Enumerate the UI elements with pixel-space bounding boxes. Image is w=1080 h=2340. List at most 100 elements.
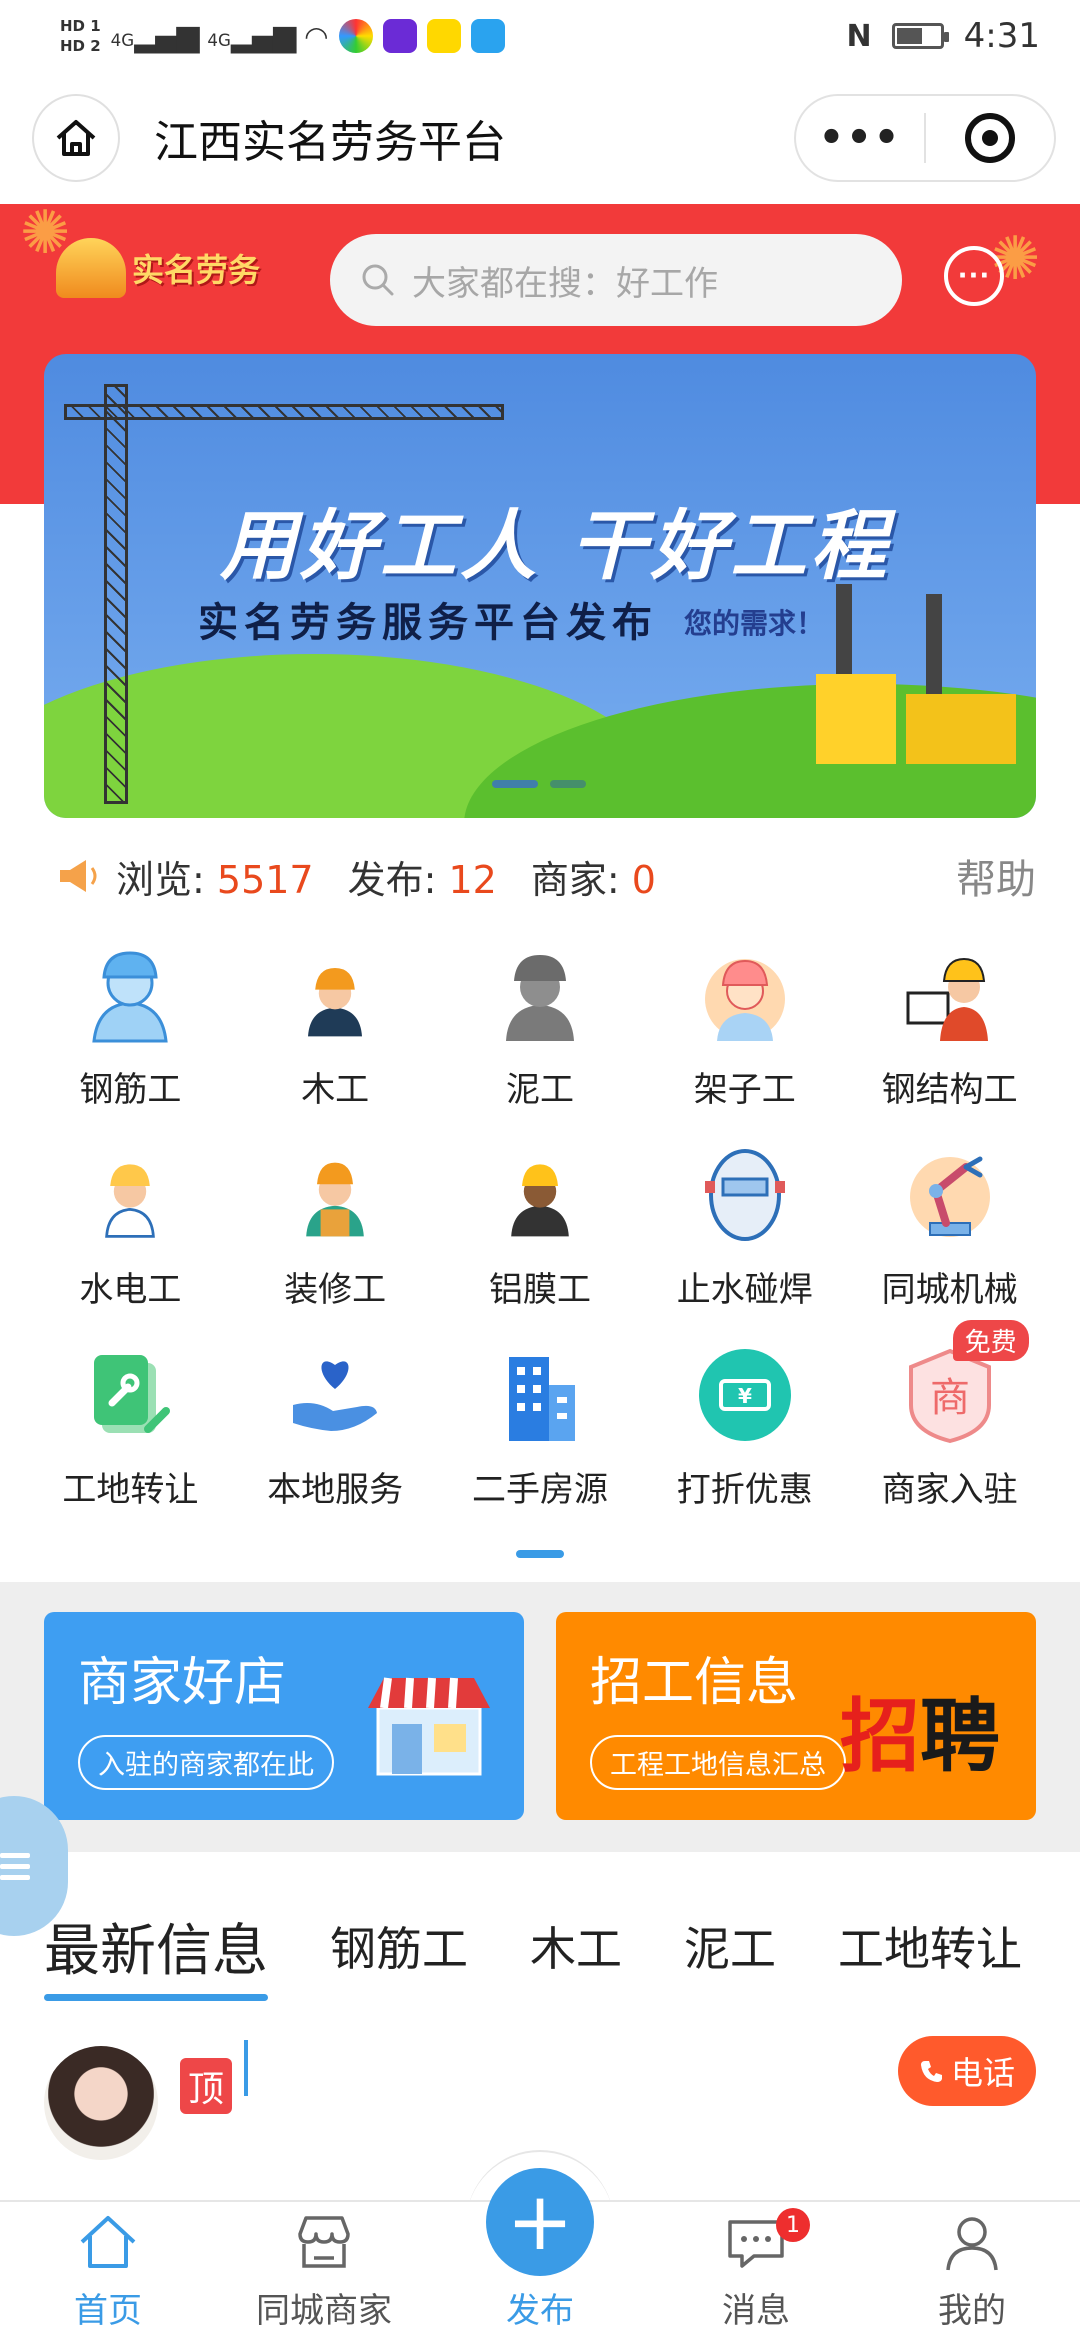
factory-illustration [816, 584, 1016, 764]
page-title: 江西实名劳务平台 [154, 117, 506, 168]
plus-icon: + [506, 2175, 574, 2268]
help-link[interactable]: 帮助 [956, 847, 1036, 905]
home-icon [80, 2216, 136, 2268]
logo-text: 实名劳务 [132, 251, 261, 289]
category-item[interactable]: 木工 [233, 940, 438, 1112]
chat-bubble-icon: ··· [957, 261, 991, 291]
category-label: 泥工 [505, 1070, 574, 1110]
app-icon-yy [426, 19, 461, 53]
tab-carpenter[interactable]: 木工 [530, 1913, 622, 1979]
more-button[interactable]: ••• [796, 96, 924, 180]
shop-badge-icon: 商 免费 [895, 1320, 1029, 1450]
hd2-label: HD 2 [60, 37, 101, 55]
capsule-menu: ••• [794, 94, 1056, 182]
tab-rebar[interactable]: 钢筋工 [330, 1913, 468, 1979]
chat-button[interactable]: ··· [944, 246, 1004, 306]
decorator-icon [280, 1140, 390, 1250]
text-caret [244, 2040, 248, 2096]
category-item[interactable]: 工地转让 [28, 1340, 233, 1512]
clock: 4:31 [963, 16, 1040, 56]
nav-messages[interactable]: 消息 [648, 2202, 864, 2340]
welding-mask-icon [690, 1140, 800, 1250]
aluminum-formwork-icon [485, 1140, 595, 1250]
status-bar: HD 1 HD 2 4G▂▄▆ 4G▂▄▆ ◠ N 4:31 [0, 0, 1080, 72]
home-button[interactable] [32, 94, 120, 182]
call-button[interactable]: 电话 [898, 2036, 1036, 2106]
category-label: 水电工 [79, 1270, 182, 1310]
target-icon [965, 113, 1015, 163]
category-item[interactable]: 本地服务 [233, 1340, 438, 1512]
store-icon [298, 2216, 350, 2268]
tab-site-transfer[interactable]: 工地转让 [838, 1913, 1022, 1979]
category-label: 本地服务 [267, 1470, 404, 1510]
category-item[interactable]: 泥工 [438, 940, 643, 1112]
category-item[interactable]: 水电工 [28, 1140, 233, 1312]
category-item[interactable]: ¥ 打折优惠 [642, 1340, 847, 1512]
tab-mason[interactable]: 泥工 [684, 1913, 776, 1979]
wifi-icon: ◠ [304, 19, 329, 53]
svg-text:¥: ¥ [738, 1384, 752, 1408]
category-label: 钢筋工 [79, 1070, 182, 1110]
tab-latest[interactable]: 最新信息 [44, 1906, 268, 2001]
nav-home[interactable]: 首页 [0, 2202, 216, 2340]
search-input[interactable]: 大家都在搜：好工作 [330, 234, 902, 326]
carpenter-icon [280, 940, 390, 1050]
nav-local-shops-label: 同城商家 [256, 2291, 392, 2331]
category-grid: 钢筋工 木工 泥工 架子工 钢结构工 水电工 装修工 铝膜工 止水碰焊 同城机械… [28, 940, 1052, 1512]
home-icon [56, 120, 96, 156]
close-mini-program-button[interactable] [926, 96, 1054, 180]
wrench-doc-icon [75, 1340, 185, 1450]
banner-carousel[interactable]: 用好工人 干好工程 实名劳务服务平台发布 您的需求！ [44, 354, 1036, 818]
rebar-worker-icon [75, 940, 185, 1050]
publish-button[interactable]: + [486, 2168, 594, 2276]
mason-icon [485, 940, 595, 1050]
category-item[interactable]: 钢结构工 [847, 940, 1052, 1112]
category-label: 装修工 [284, 1270, 387, 1310]
megaphone-icon [60, 860, 97, 892]
category-label: 打折优惠 [676, 1470, 813, 1510]
category-label: 商家入驻 [881, 1470, 1018, 1510]
category-item[interactable]: 止水碰焊 [642, 1140, 847, 1312]
call-label: 电话 [950, 2054, 1015, 2092]
category-item[interactable]: 钢筋工 [28, 940, 233, 1112]
category-item[interactable]: 架子工 [642, 940, 847, 1112]
logo-sun-icon [56, 238, 126, 298]
info-tabs: 最新信息 钢筋工 木工 泥工 工地转让 [44, 1896, 1080, 2001]
steel-worker-icon [895, 940, 1005, 1050]
category-item[interactable]: 装修工 [233, 1140, 438, 1312]
coupon-icon: ¥ [690, 1340, 800, 1450]
nav-mine-label: 我的 [938, 2291, 1006, 2331]
more-dots-icon: ••• [818, 115, 902, 161]
search-placeholder: 大家都在搜：好工作 [412, 263, 718, 304]
plumber-electrician-icon [75, 1140, 185, 1250]
nav-home-label: 首页 [74, 2291, 142, 2331]
app-icon-colorful [338, 19, 373, 53]
pinned-badge: 顶 [180, 2058, 232, 2114]
banner-subline: 实名劳务服务平台发布 [198, 600, 658, 646]
grid-page-indicator [516, 1550, 564, 1558]
merchants-stat: 商家: 0 [530, 857, 656, 902]
menu-icon [0, 1847, 30, 1886]
category-label: 工地转让 [62, 1470, 199, 1510]
carousel-indicator [492, 780, 586, 788]
robot-arm-icon [895, 1140, 1005, 1250]
svg-text:商: 商 [930, 1375, 970, 1421]
featured-shops-card[interactable]: 商家好店 入驻的商家都在此 [44, 1612, 524, 1820]
signal-icon-2: 4G▂▄▆ [207, 18, 296, 54]
avatar[interactable] [44, 2046, 158, 2160]
search-icon [362, 264, 394, 296]
mini-program-title-bar: 江西实名劳务平台 ••• [0, 72, 1080, 204]
nav-local-shops[interactable]: 同城商家 [216, 2202, 432, 2340]
category-item[interactable]: 商 免费 商家入驻 [847, 1320, 1052, 1512]
message-count-badge: 1 [776, 2208, 810, 2242]
category-item[interactable]: 二手房源 [438, 1340, 643, 1512]
building-icon [485, 1340, 595, 1450]
nav-mine[interactable]: 我的 [864, 2202, 1080, 2340]
nav-publish-label: 发布 [506, 2291, 574, 2331]
category-item[interactable]: 同城机械 [847, 1140, 1052, 1312]
category-item[interactable]: 铝膜工 [438, 1140, 643, 1312]
job-info-card[interactable]: 招工信息 工程工地信息汇总 招聘 [556, 1612, 1036, 1820]
stats-row: 浏览: 5517 发布: 12 商家: 0 帮助 [56, 840, 1036, 912]
crane-jib-illustration [64, 404, 504, 420]
nav-messages-label: 消息 [722, 2291, 790, 2331]
